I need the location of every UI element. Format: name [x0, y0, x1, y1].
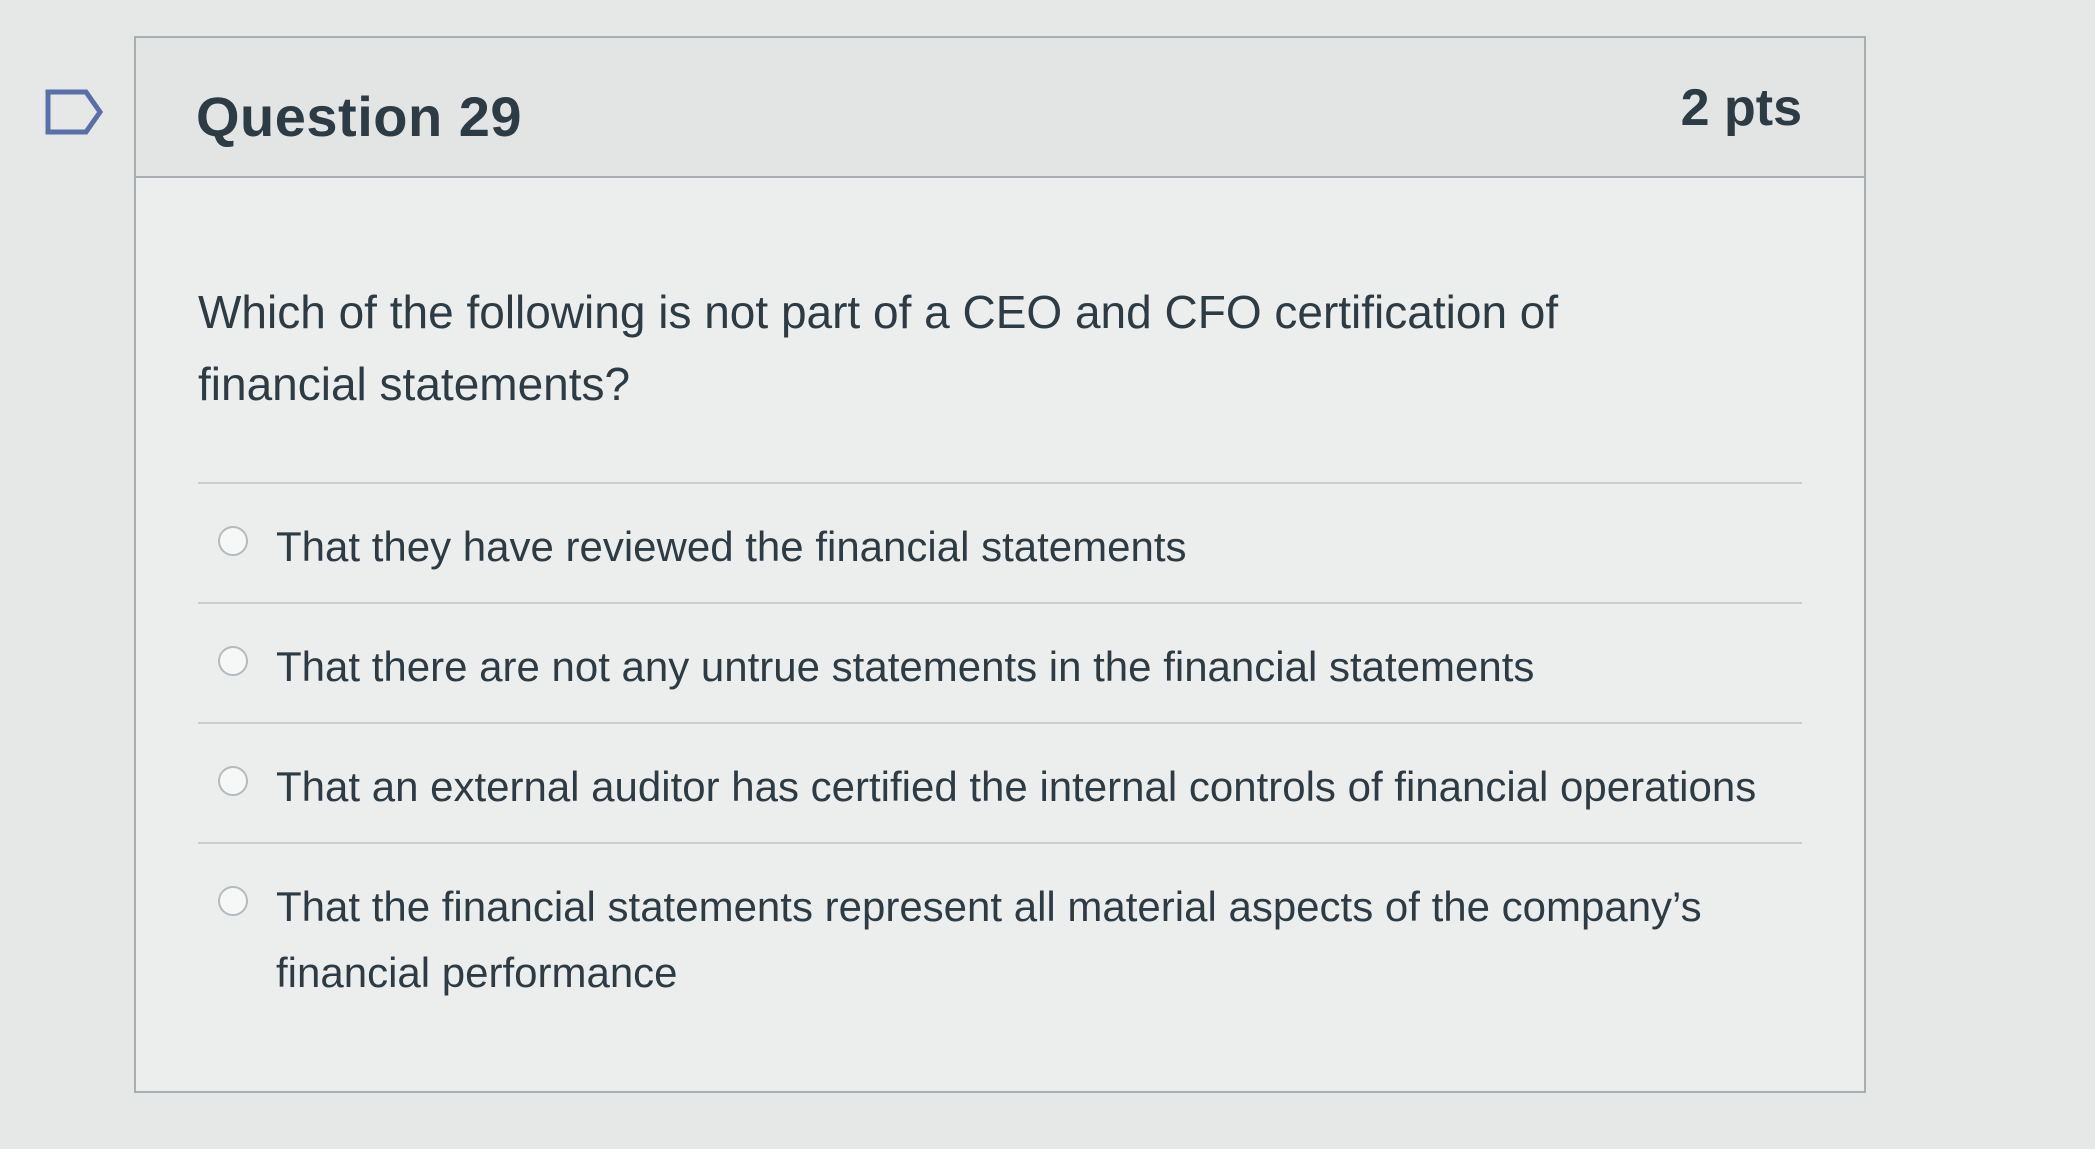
radio-button[interactable] [218, 766, 248, 796]
answer-option[interactable]: That the financial statements represent … [198, 842, 1802, 1018]
question-title: Question 29 [196, 85, 523, 148]
answer-label[interactable]: That the financial statements represent … [276, 874, 1796, 1006]
question-text: Which of the following is not part of a … [198, 286, 1559, 410]
question-points: 2 pts [1680, 79, 1802, 137]
radio-button[interactable] [218, 886, 248, 916]
answer-label[interactable]: That they have reviewed the financial st… [276, 514, 1796, 580]
answer-option[interactable]: That an external auditor has certified t… [198, 722, 1802, 842]
radio-button[interactable] [218, 526, 248, 556]
answer-label[interactable]: That an external auditor has certified t… [276, 754, 1796, 820]
question-header: Question 29 2 pts [136, 38, 1864, 178]
answer-label[interactable]: That there are not any untrue statements… [276, 634, 1796, 700]
radio-button[interactable] [218, 646, 248, 676]
answer-list: That they have reviewed the financial st… [198, 482, 1802, 1018]
flag-question-icon[interactable] [44, 88, 104, 136]
answer-option[interactable]: That there are not any untrue statements… [198, 602, 1802, 722]
answer-option[interactable]: That they have reviewed the financial st… [198, 482, 1802, 602]
question-card: Question 29 2 pts Which of the following… [134, 36, 1866, 1093]
